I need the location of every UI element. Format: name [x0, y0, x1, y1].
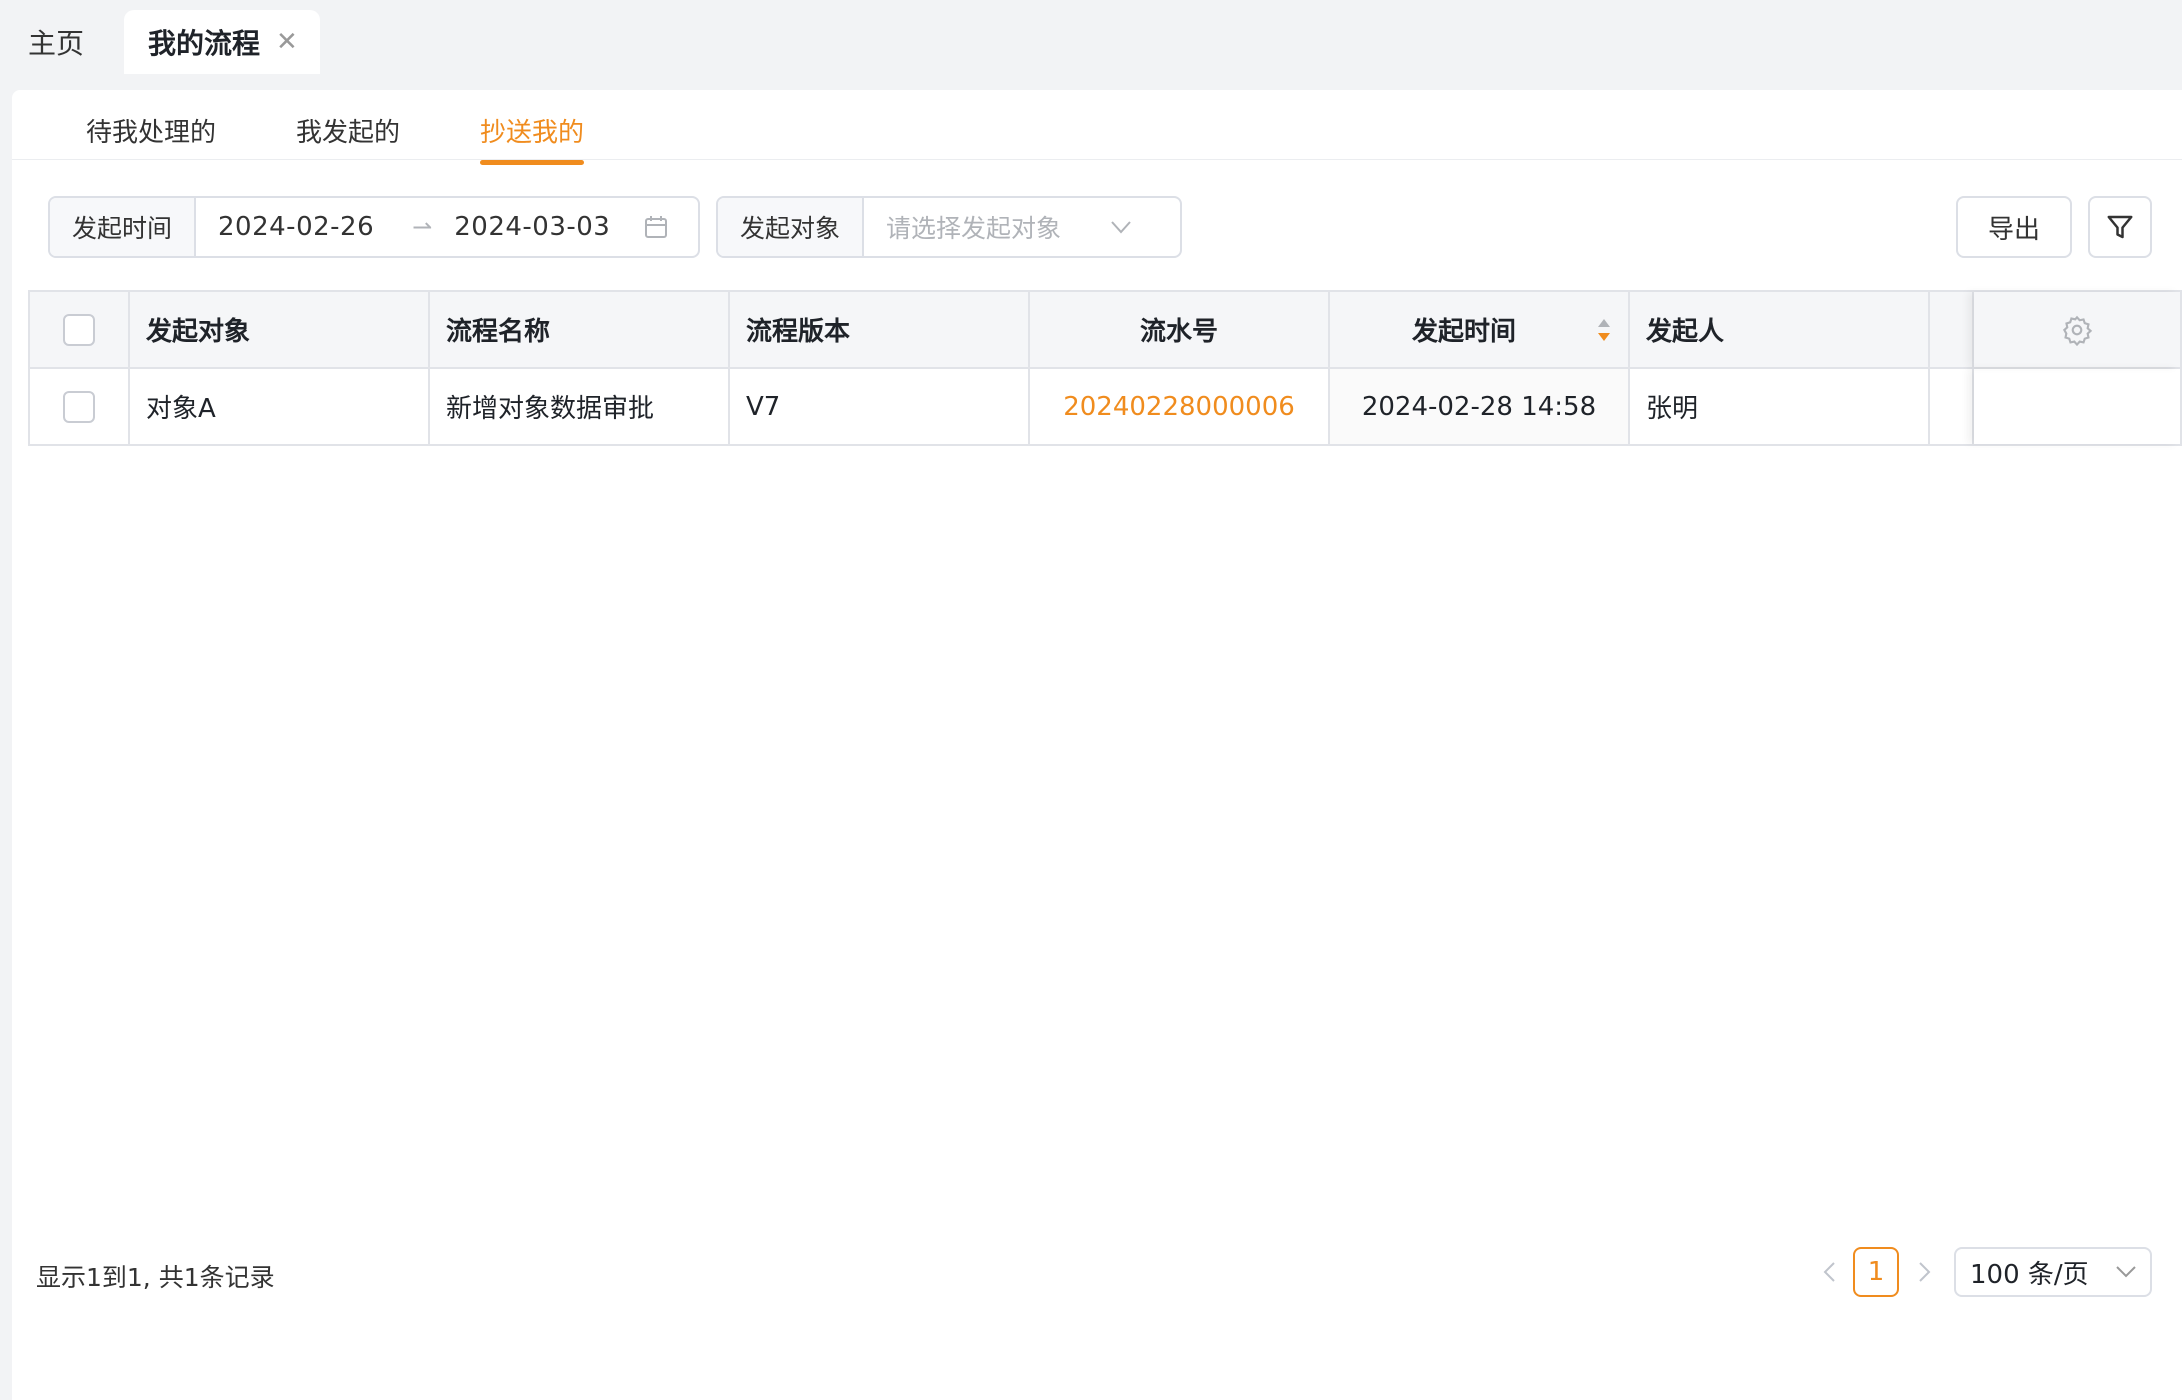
header-version[interactable]: 流程版本	[730, 292, 1030, 367]
page-tabs: 主页 我的流程 ✕	[0, 0, 2182, 74]
header-start-time[interactable]: 发起时间	[1330, 292, 1630, 367]
row-select-cell	[30, 369, 130, 444]
cell-actions	[1974, 369, 2180, 444]
header-process-name[interactable]: 流程名称	[430, 292, 730, 367]
chevron-down-icon[interactable]	[1109, 219, 1133, 235]
header-target[interactable]: 发起对象	[130, 292, 430, 367]
gear-icon[interactable]	[2061, 314, 2093, 346]
cell-target: 对象A	[130, 369, 430, 444]
cell-process-name: 新增对象数据审批	[430, 369, 730, 444]
tab-my-process[interactable]: 我的流程 ✕	[124, 10, 320, 74]
subtab-pending[interactable]: 待我处理的	[86, 112, 216, 149]
date-end-input[interactable]: 2024-03-03	[454, 212, 610, 242]
cell-serial-no-link[interactable]: 20240228000006	[1030, 369, 1330, 444]
row-checkbox[interactable]	[63, 390, 95, 423]
calendar-icon[interactable]	[644, 215, 668, 239]
table-header-row: 发起对象 流程名称 流程版本 流水号 发起时间 发起人	[30, 292, 2180, 369]
date-filter-label: 发起时间	[50, 198, 197, 256]
header-initiator[interactable]: 发起人	[1630, 292, 1930, 367]
cell-spacer	[1930, 369, 1974, 444]
main-card: 待我处理的 我发起的 抄送我的 发起时间 2024-02-26 ⇀ 2024-0…	[12, 90, 2182, 1400]
header-start-time-label: 发起时间	[1412, 317, 1517, 347]
close-icon[interactable]: ✕	[276, 27, 298, 57]
cell-version: V7	[730, 369, 1030, 444]
target-filter: 发起对象 请选择发起对象	[716, 196, 1182, 258]
table-row[interactable]: 对象A 新增对象数据审批 V7 20240228000006 2024-02-2…	[30, 369, 2180, 446]
prev-page-button[interactable]	[1814, 1247, 1844, 1297]
arrow-right-icon: ⇀	[412, 213, 433, 241]
tab-home[interactable]: 主页	[28, 10, 118, 74]
date-range-filter: 发起时间 2024-02-26 ⇀ 2024-03-03	[48, 196, 700, 258]
page-number-current[interactable]: 1	[1853, 1247, 1899, 1297]
tab-my-process-label: 我的流程	[148, 27, 261, 60]
header-select-cell	[30, 292, 130, 367]
record-summary: 显示1到1, 共1条记录	[36, 1263, 275, 1292]
date-start-input[interactable]: 2024-02-26	[218, 212, 374, 242]
select-all-checkbox[interactable]	[63, 313, 95, 346]
page-size-label: 100 条/页	[1970, 1259, 2089, 1290]
cell-start-time: 2024-02-28 14:58	[1330, 369, 1630, 444]
header-serial-no[interactable]: 流水号	[1030, 292, 1330, 367]
page-size-select[interactable]: 100 条/页	[1954, 1247, 2152, 1297]
process-subtabs: 待我处理的 我发起的 抄送我的	[12, 90, 2182, 165]
export-button-label: 导出	[1987, 214, 2040, 245]
subtab-cc-me[interactable]: 抄送我的	[480, 112, 585, 165]
tab-home-label: 主页	[28, 27, 85, 60]
export-button[interactable]: 导出	[1956, 196, 2072, 258]
sort-icon[interactable]	[1596, 317, 1612, 345]
header-settings-cell	[1974, 292, 2180, 367]
chevron-down-icon	[2115, 1265, 2137, 1279]
process-table: 发起对象 流程名称 流程版本 流水号 发起时间 发起人 对象A 新增对象数据审批…	[28, 290, 2182, 446]
target-select[interactable]: 请选择发起对象	[886, 209, 1061, 245]
next-page-button[interactable]	[1910, 1247, 1940, 1297]
filter-button[interactable]	[2088, 196, 2152, 258]
target-filter-label: 发起对象	[718, 198, 865, 256]
header-spacer	[1930, 292, 1974, 367]
subtab-initiated[interactable]: 我发起的	[296, 112, 400, 149]
filter-icon	[2105, 212, 2135, 242]
cell-initiator: 张明	[1630, 369, 1930, 444]
